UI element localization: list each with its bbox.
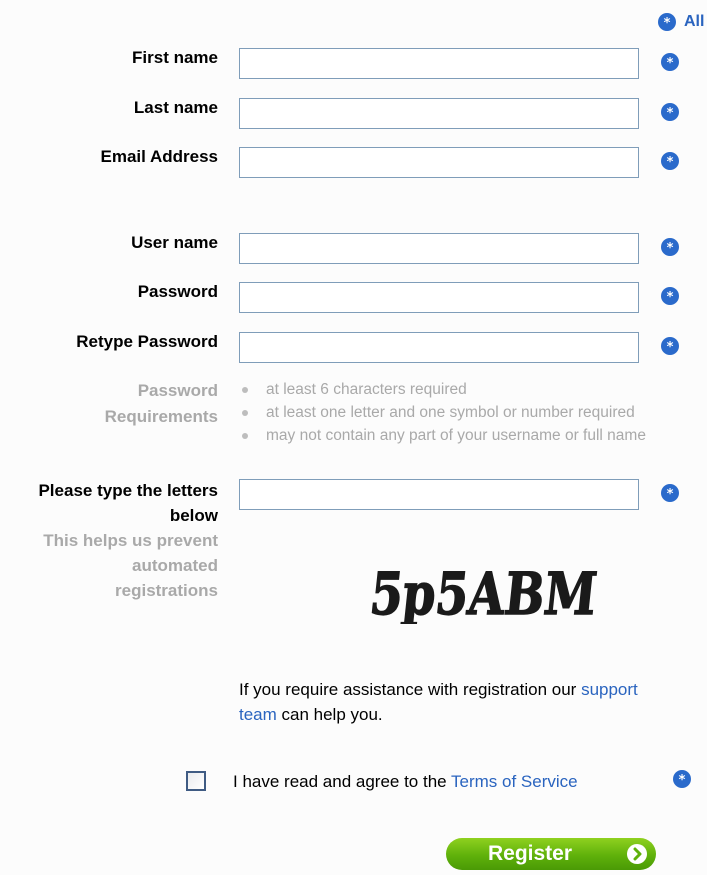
password-requirements-list: at least 6 characters required at least … — [242, 378, 646, 447]
bullet-icon — [242, 410, 248, 416]
svg-text:*: * — [667, 290, 674, 305]
register-button[interactable]: Register — [446, 838, 656, 870]
bullet-icon — [242, 433, 248, 439]
password-requirements-label-line1: Password — [137, 381, 218, 400]
first-name-label: First name — [132, 48, 218, 67]
list-item: may not contain any part of your usernam… — [242, 424, 646, 447]
required-star-icon: * — [660, 336, 680, 356]
tos-text-before: I have read and agree to the — [233, 772, 452, 791]
captcha-image-text: 5p5ABM — [367, 560, 600, 624]
captcha-help-line3: registrations — [115, 581, 218, 600]
captcha-input[interactable] — [239, 479, 639, 510]
svg-text:*: * — [679, 773, 686, 788]
svg-text:*: * — [667, 106, 674, 121]
assistance-text: If you require assistance with registrat… — [239, 677, 679, 727]
arrow-right-icon — [626, 843, 648, 865]
list-item: at least 6 characters required — [242, 378, 646, 401]
captcha-help-line2: automated — [132, 556, 218, 575]
username-input[interactable] — [239, 233, 639, 264]
svg-text:*: * — [667, 241, 674, 256]
captcha-label-line1: Please type the letters — [38, 481, 218, 500]
bullet-icon — [242, 387, 248, 393]
password-requirements-label-line2: Requirements — [104, 407, 218, 426]
requirement-text: at least 6 characters required — [266, 381, 467, 398]
all-required-link-label[interactable]: All — [684, 13, 704, 31]
password-input[interactable] — [239, 282, 639, 313]
last-name-input[interactable] — [239, 98, 639, 129]
svg-text:*: * — [667, 56, 674, 71]
assistance-text-after: can help you. — [276, 705, 383, 724]
svg-text:*: * — [667, 487, 674, 502]
email-label: Email Address — [100, 147, 218, 166]
retype-password-label: Retype Password — [76, 332, 218, 351]
retype-password-input[interactable] — [239, 332, 639, 363]
captcha-image: 5p5ABM — [362, 558, 602, 628]
required-star-icon: * — [660, 52, 680, 72]
svg-text:*: * — [667, 340, 674, 355]
required-star-icon: * — [672, 769, 692, 789]
captcha-label-line2: below — [169, 506, 218, 525]
captcha-label: Please type the letters below — [38, 478, 218, 528]
captcha-help-line1: This helps us prevent — [43, 531, 218, 550]
svg-text:*: * — [667, 155, 674, 170]
username-label: User name — [131, 233, 218, 252]
password-label: Password — [137, 282, 218, 301]
terms-of-service-link[interactable]: Terms of Service — [451, 772, 578, 791]
required-star-icon: * — [660, 151, 680, 171]
svg-text:*: * — [664, 16, 671, 31]
requirement-text: at least one letter and one symbol or nu… — [266, 404, 635, 421]
captcha-help-text: This helps us prevent automated registra… — [43, 528, 218, 603]
list-item: at least one letter and one symbol or nu… — [242, 401, 646, 424]
password-requirements-label: Password Requirements — [105, 378, 218, 430]
required-star-icon: * — [657, 12, 677, 32]
all-required-link[interactable]: * All — [657, 12, 707, 34]
register-button-label: Register — [488, 842, 573, 865]
last-name-label: Last name — [133, 98, 218, 117]
first-name-input[interactable] — [239, 48, 639, 79]
tos-checkbox[interactable] — [186, 771, 206, 791]
required-star-icon: * — [660, 286, 680, 306]
required-star-icon: * — [660, 237, 680, 257]
tos-text: I have read and agree to the Terms of Se… — [233, 771, 578, 793]
required-star-icon: * — [660, 102, 680, 122]
required-star-icon: * — [660, 483, 680, 503]
requirement-text: may not contain any part of your usernam… — [266, 427, 646, 444]
assistance-text-before: If you require assistance with registrat… — [239, 680, 582, 699]
email-input[interactable] — [239, 147, 639, 178]
